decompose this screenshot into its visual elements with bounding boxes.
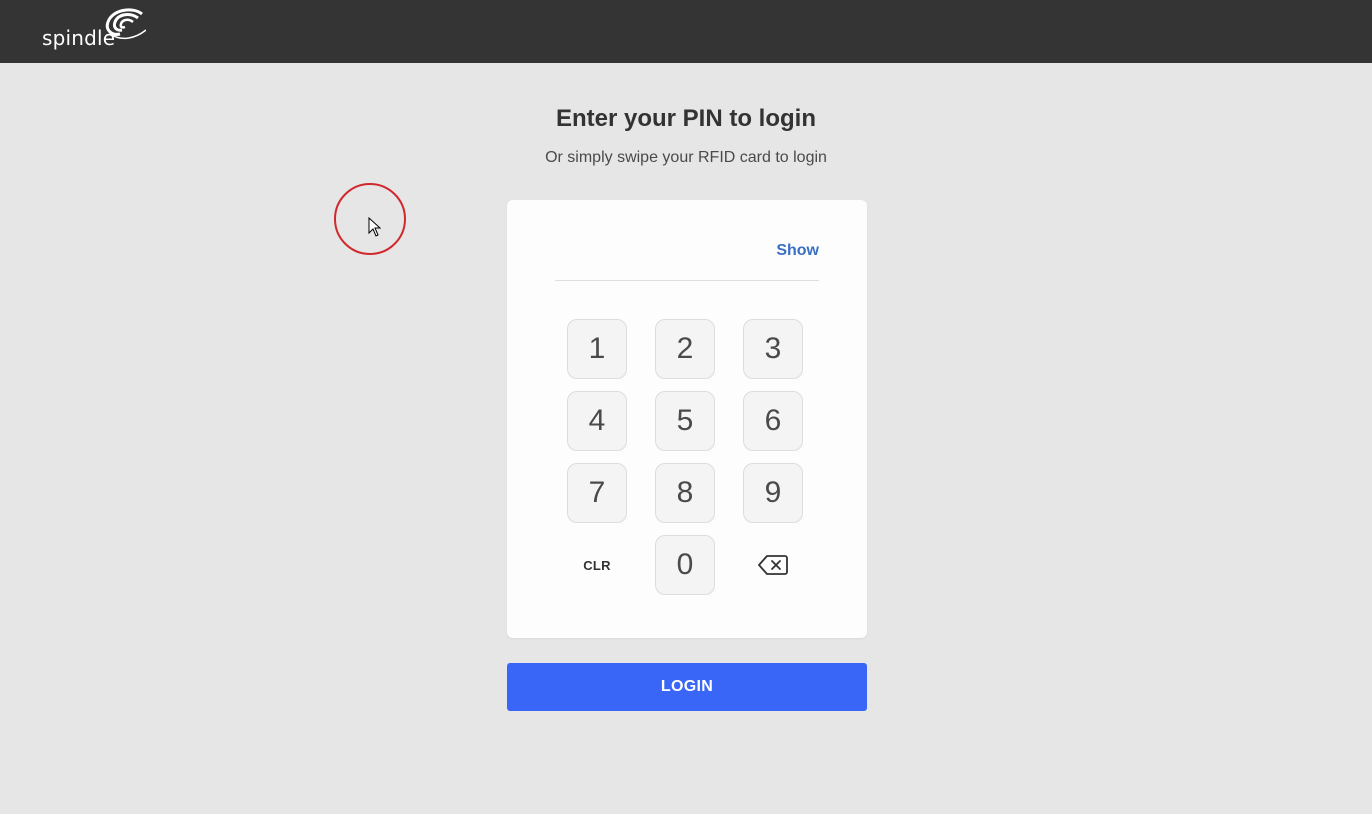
show-pin-link[interactable]: Show xyxy=(776,242,819,260)
key-4[interactable]: 4 xyxy=(567,391,627,451)
key-7[interactable]: 7 xyxy=(567,463,627,523)
page-subtitle: Or simply swipe your RFID card to login xyxy=(545,149,827,166)
pin-card: Show 1 2 3 4 5 6 7 8 9 CLR 0 xyxy=(507,200,867,638)
key-8[interactable]: 8 xyxy=(655,463,715,523)
backspace-icon xyxy=(758,555,788,575)
pin-underline xyxy=(555,280,819,281)
pin-input[interactable] xyxy=(555,230,759,276)
page-title: Enter your PIN to login xyxy=(555,105,816,132)
key-6[interactable]: 6 xyxy=(743,391,803,451)
mouse-cursor-icon xyxy=(368,217,382,237)
key-1[interactable]: 1 xyxy=(567,319,627,379)
login-button[interactable]: LOGIN xyxy=(507,663,867,711)
key-2[interactable]: 2 xyxy=(655,319,715,379)
top-bar: spindle xyxy=(0,0,1372,63)
backspace-button[interactable] xyxy=(743,535,803,595)
key-5[interactable]: 5 xyxy=(655,391,715,451)
spindle-logo[interactable]: spindle xyxy=(42,8,152,54)
spindle-swirl-logo-icon xyxy=(105,8,146,40)
key-9[interactable]: 9 xyxy=(743,463,803,523)
key-0[interactable]: 0 xyxy=(655,535,715,595)
clear-button[interactable]: CLR xyxy=(567,535,627,595)
key-3[interactable]: 3 xyxy=(743,319,803,379)
